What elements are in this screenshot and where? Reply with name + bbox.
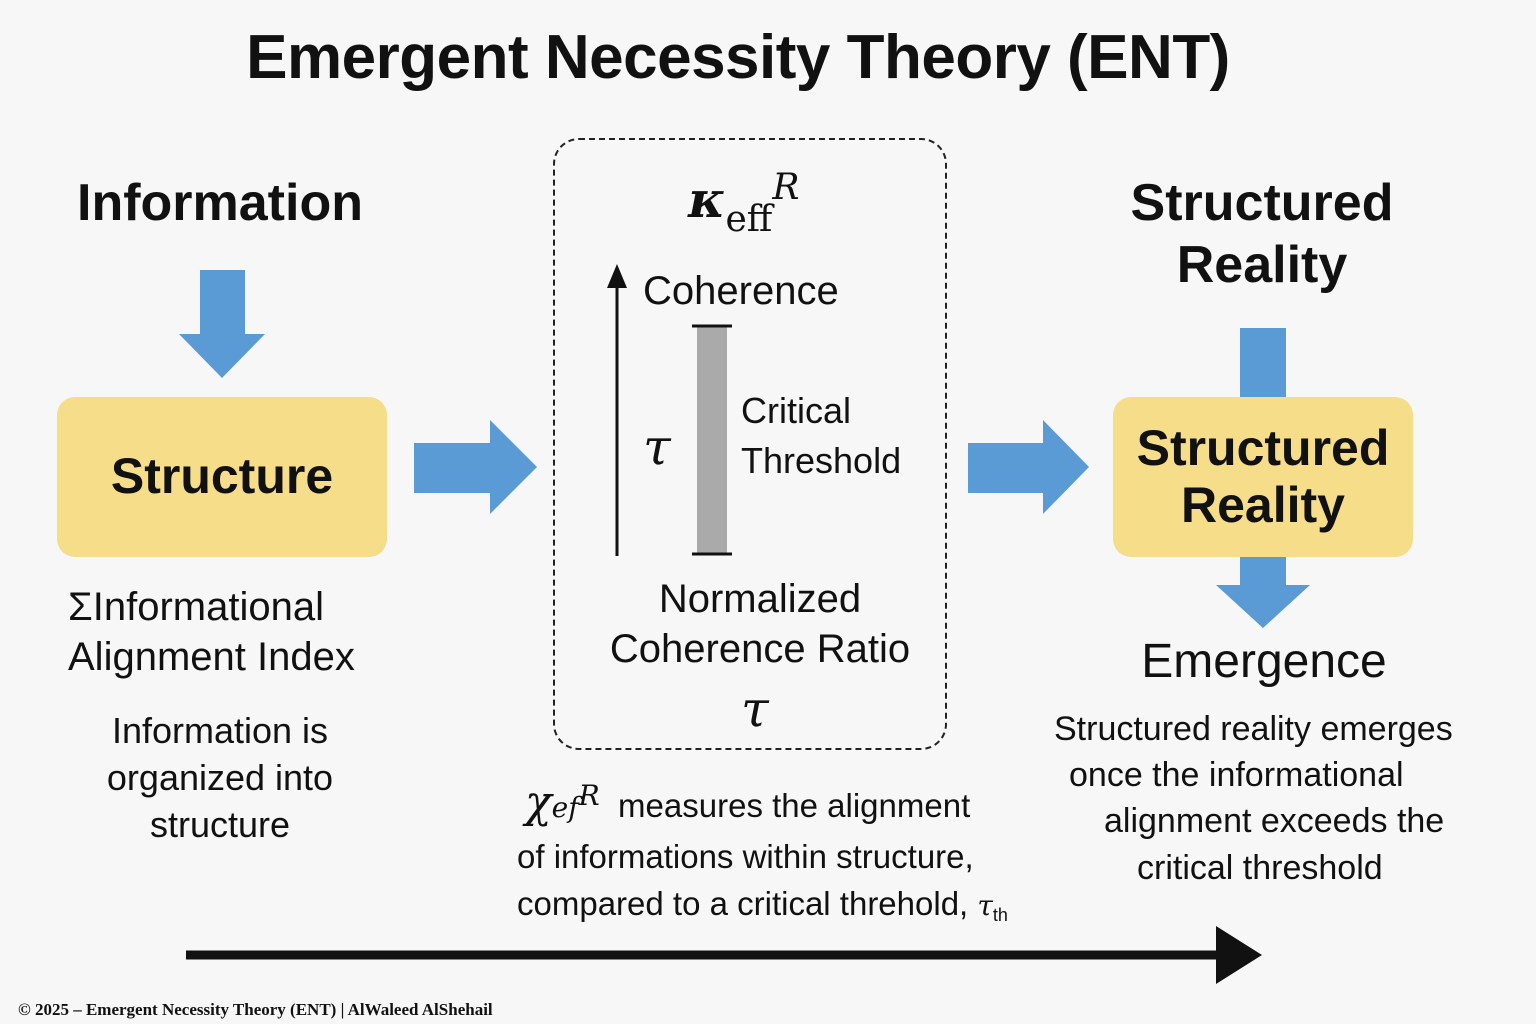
emergence-desc-line-1: Structured reality emerges bbox=[1054, 710, 1453, 748]
arrow-structure-to-panel bbox=[414, 420, 537, 514]
coherence-axis-arrowhead bbox=[607, 264, 627, 288]
emergence-desc-line-4: critical threshold bbox=[1137, 848, 1383, 887]
emergence-description: Structured reality emerges once the info… bbox=[1036, 706, 1526, 891]
arrow-reality-stem bbox=[1240, 328, 1286, 400]
reality-box-text: Structured Reality bbox=[1137, 420, 1390, 535]
progression-arrowhead bbox=[1216, 926, 1262, 984]
arrow-reality-to-emergence bbox=[1216, 555, 1310, 628]
copyright-footer: © 2025 – Emergent Necessity Theory (ENT)… bbox=[18, 1000, 493, 1019]
reality-box-line-2: Reality bbox=[1181, 477, 1345, 533]
structured-reality-box: Structured Reality bbox=[1113, 397, 1413, 557]
threshold-bar bbox=[697, 326, 727, 554]
arrow-information-to-structure bbox=[179, 270, 265, 378]
emergence-label: Emergence bbox=[1141, 635, 1387, 688]
arrow-panel-to-reality bbox=[968, 420, 1089, 514]
emergence-desc-line-3: alignment exceeds the bbox=[1104, 802, 1445, 841]
emergence-desc-line-2: once the informational bbox=[1069, 756, 1404, 795]
reality-box-line-1: Structured bbox=[1136, 419, 1390, 476]
